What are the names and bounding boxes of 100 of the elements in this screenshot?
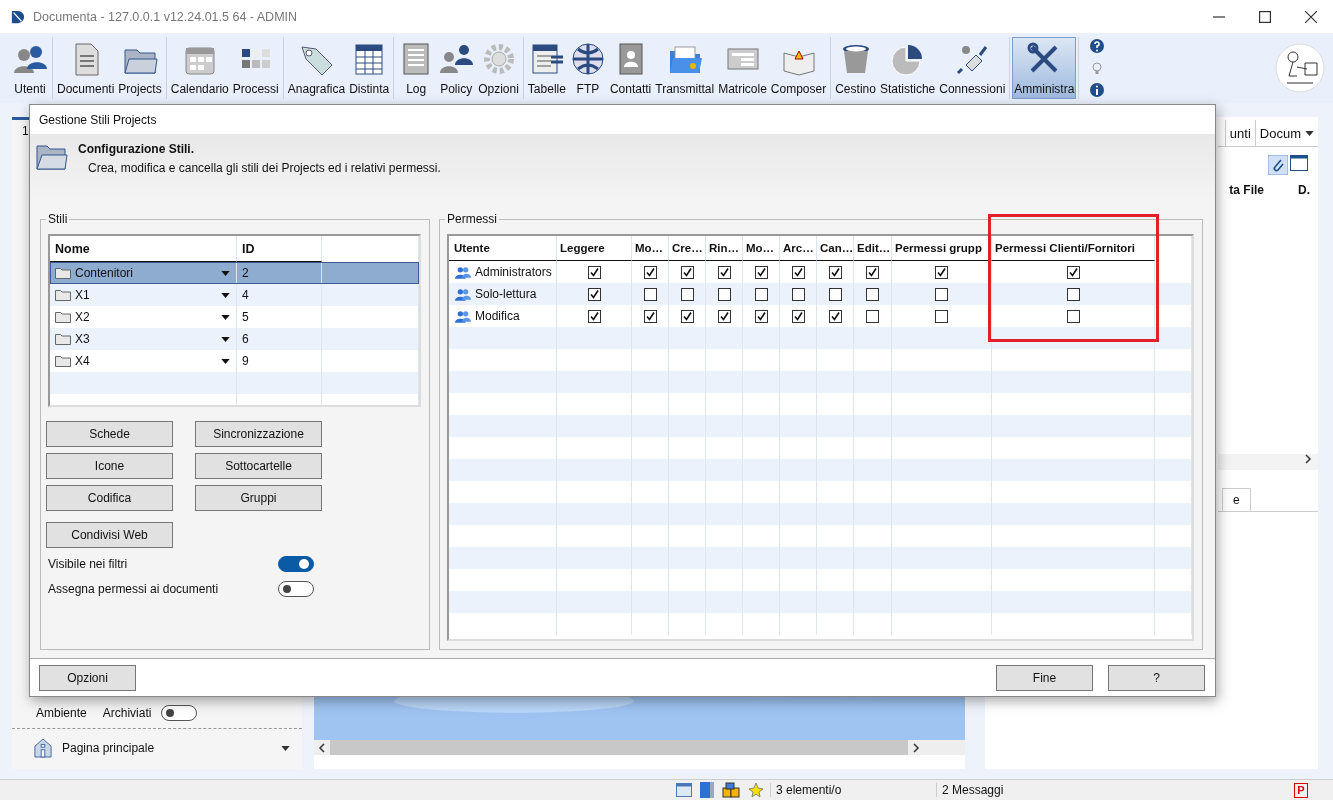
star-icon[interactable] bbox=[748, 782, 764, 798]
checkbox[interactable] bbox=[866, 309, 879, 323]
checkbox[interactable] bbox=[754, 309, 768, 323]
dropdown-arrow-icon[interactable] bbox=[221, 358, 230, 364]
toolbar-button[interactable]: Composer bbox=[768, 37, 829, 99]
toolbar-button[interactable]: Utenti bbox=[10, 37, 50, 99]
action-button[interactable]: Sottocartelle bbox=[195, 453, 322, 479]
checkbox[interactable] bbox=[866, 265, 879, 279]
toolbar-button[interactable]: Anagrafica bbox=[285, 37, 348, 99]
toolbar-button[interactable]: Distinta bbox=[347, 37, 392, 99]
checkbox[interactable] bbox=[717, 309, 731, 323]
checkbox[interactable] bbox=[587, 265, 601, 279]
toolbar-button[interactable]: Opzioni bbox=[476, 37, 521, 99]
column-header[interactable]: Cre… bbox=[669, 236, 706, 261]
checkbox[interactable] bbox=[717, 287, 731, 301]
toolbar-button[interactable]: Documenti bbox=[55, 37, 117, 99]
action-button[interactable]: Condivisi Web bbox=[46, 522, 173, 548]
checkbox[interactable] bbox=[1066, 309, 1080, 323]
panel-tab[interactable]: e bbox=[1222, 488, 1251, 511]
footer-button[interactable]: Fine bbox=[996, 664, 1093, 691]
dropdown-arrow-icon[interactable] bbox=[221, 270, 230, 276]
checkbox[interactable] bbox=[1066, 287, 1080, 301]
help-icon[interactable] bbox=[1089, 38, 1106, 54]
toggle-switch[interactable] bbox=[161, 705, 198, 721]
toolbar-button[interactable]: Matricole bbox=[716, 37, 769, 99]
column-header[interactable]: Utente bbox=[449, 236, 557, 261]
checkbox[interactable] bbox=[866, 287, 879, 301]
panel-tab[interactable]: unti bbox=[1224, 120, 1255, 146]
column-header[interactable]: Edit… bbox=[854, 236, 892, 261]
panel-tab[interactable]: Docum bbox=[1254, 120, 1318, 146]
scrollbar[interactable] bbox=[314, 740, 965, 755]
action-button[interactable]: Schede bbox=[46, 421, 173, 447]
options-button[interactable]: Opzioni bbox=[39, 664, 136, 691]
toolbar-button[interactable]: Amministra bbox=[1012, 37, 1077, 99]
column-header[interactable]: Permessi Clienti/Fornitori bbox=[992, 236, 1155, 261]
dropdown-arrow-icon[interactable] bbox=[221, 314, 230, 320]
action-button[interactable]: Gruppi bbox=[195, 485, 322, 511]
toggle-switch[interactable] bbox=[278, 581, 314, 597]
toolbar-button[interactable]: Tabelle bbox=[525, 37, 568, 99]
toolbar-button[interactable]: Transmittal bbox=[653, 37, 717, 99]
checkbox[interactable] bbox=[791, 309, 805, 323]
toggle-switch[interactable] bbox=[278, 556, 314, 572]
info-icon[interactable] bbox=[1089, 82, 1106, 98]
action-button[interactable]: Sincronizzazione bbox=[195, 421, 322, 447]
checkbox[interactable] bbox=[680, 309, 694, 323]
table-row[interactable]: Contenitori 2 bbox=[50, 262, 419, 284]
page-selector[interactable]: Pagina principale bbox=[12, 729, 302, 769]
checkbox[interactable] bbox=[680, 265, 694, 279]
column-header[interactable]: Can… bbox=[817, 236, 854, 261]
toolbar-button[interactable]: Calendario bbox=[168, 37, 231, 99]
scroll-right-icon[interactable] bbox=[1304, 454, 1312, 464]
toolbar-button[interactable]: Cestino bbox=[833, 37, 878, 99]
toolbar-button[interactable]: Projects bbox=[116, 37, 164, 99]
column-header[interactable]: Arc… bbox=[780, 236, 817, 261]
checkbox[interactable] bbox=[828, 287, 842, 301]
checkbox[interactable] bbox=[935, 287, 948, 301]
checkbox[interactable] bbox=[935, 265, 948, 279]
boxes-icon[interactable] bbox=[722, 782, 740, 798]
checkbox[interactable] bbox=[587, 287, 601, 301]
paperclip-icon[interactable] bbox=[1268, 155, 1288, 175]
column-header[interactable]: Rin… bbox=[706, 236, 743, 261]
action-button[interactable]: Codifica bbox=[46, 485, 173, 511]
checkbox[interactable] bbox=[643, 265, 657, 279]
calendar-icon[interactable] bbox=[1290, 155, 1308, 171]
column-header[interactable]: Leggere bbox=[557, 236, 632, 261]
toolbar-button[interactable]: Connessioni bbox=[937, 37, 1008, 99]
window-icon[interactable] bbox=[676, 783, 692, 797]
toolbar-button[interactable]: Processi bbox=[230, 37, 281, 99]
column-header[interactable]: ta File bbox=[1229, 183, 1264, 197]
checkbox[interactable] bbox=[587, 309, 601, 323]
table-row[interactable]: X1 4 bbox=[50, 284, 419, 306]
toolbar-button[interactable]: Log bbox=[396, 37, 437, 99]
column-header[interactable]: Permessi grupp bbox=[892, 236, 992, 261]
checkbox[interactable] bbox=[680, 287, 694, 301]
checkbox[interactable] bbox=[643, 309, 657, 323]
toolbar-button[interactable]: FTP bbox=[567, 37, 608, 99]
dropdown-arrow-icon[interactable] bbox=[221, 292, 230, 298]
checkbox[interactable] bbox=[935, 309, 948, 323]
checkbox[interactable] bbox=[791, 287, 805, 301]
checkbox[interactable] bbox=[1066, 265, 1080, 279]
checkbox[interactable] bbox=[643, 287, 657, 301]
column-header[interactable]: Mo… bbox=[743, 236, 780, 261]
checkbox[interactable] bbox=[828, 309, 842, 323]
scrollbar[interactable] bbox=[1218, 454, 1318, 470]
column-header[interactable]: D. bbox=[1298, 183, 1310, 197]
toolbar-button[interactable]: Policy bbox=[436, 37, 477, 99]
sidebar-tab[interactable]: Ambiente bbox=[30, 706, 93, 720]
footer-button[interactable]: ? bbox=[1108, 664, 1205, 691]
maximize-icon[interactable] bbox=[1259, 10, 1271, 23]
checkbox[interactable] bbox=[828, 265, 842, 279]
column-header[interactable]: Mo… bbox=[632, 236, 669, 261]
action-button[interactable]: Icone bbox=[46, 453, 173, 479]
table-row[interactable]: X3 6 bbox=[50, 328, 419, 350]
p-badge[interactable]: P bbox=[1294, 782, 1308, 798]
toolbar-button[interactable]: Statistiche bbox=[877, 37, 938, 99]
user-avatar-icon[interactable] bbox=[1275, 43, 1325, 93]
close-icon[interactable] bbox=[1305, 10, 1317, 23]
sidebar-tab[interactable]: Archiviati bbox=[96, 706, 158, 720]
checkbox[interactable] bbox=[791, 265, 805, 279]
toolbar-button[interactable]: Contatti bbox=[607, 37, 654, 99]
